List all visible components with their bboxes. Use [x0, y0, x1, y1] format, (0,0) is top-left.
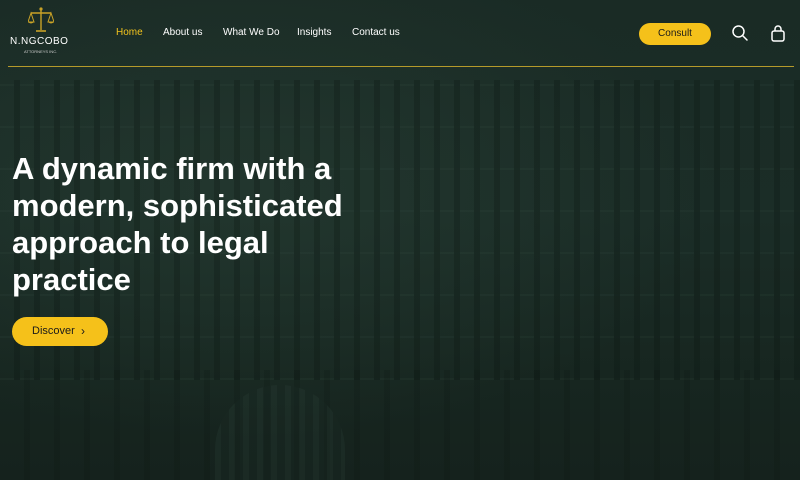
- shopping-bag-icon[interactable]: [769, 24, 787, 42]
- brand-subtitle: ATTORNEYS INC.: [24, 49, 58, 54]
- building-lower-image: [0, 370, 800, 480]
- nav-item-home[interactable]: Home: [116, 27, 143, 38]
- discover-button[interactable]: Discover ›: [12, 317, 108, 346]
- consult-button[interactable]: Consult: [639, 23, 711, 45]
- nav-item-contact-us[interactable]: Contact us: [352, 27, 400, 38]
- nav-item-about-us[interactable]: About us: [163, 27, 202, 38]
- logo[interactable]: N.NGCOBO ATTORNEYS INC.: [8, 6, 74, 58]
- hero-title: A dynamic firm with a modern, sophistica…: [12, 151, 343, 297]
- nav-item-insights[interactable]: Insights: [297, 27, 331, 38]
- nav-item-what-we-do[interactable]: What We Do: [223, 27, 280, 38]
- scales-of-justice-icon: [28, 7, 54, 32]
- header-divider: [8, 66, 794, 67]
- brand-name: N.NGCOBO: [10, 36, 69, 47]
- search-icon[interactable]: [731, 24, 749, 42]
- discover-label: Discover: [32, 325, 75, 337]
- site-header: N.NGCOBO ATTORNEYS INC. Home About us Wh…: [0, 0, 800, 68]
- chevron-right-icon: ›: [81, 324, 85, 338]
